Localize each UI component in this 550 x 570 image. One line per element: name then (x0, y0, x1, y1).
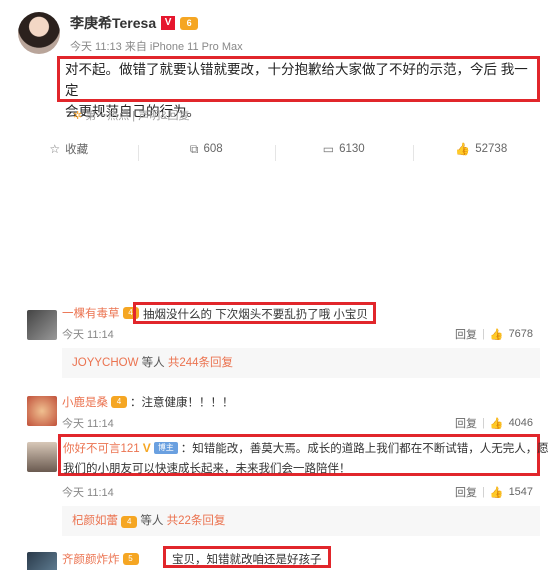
comment-time: 今天 11:14 (62, 418, 114, 430)
comment-button[interactable]: ▭ 6130 (275, 142, 413, 161)
comment-head: 小鹿是桑 4 ：注意健康！！！！ (62, 394, 234, 410)
verified-star-icon: V (142, 441, 151, 455)
thumbs-up-icon[interactable]: 👍 (490, 417, 504, 430)
reply-button[interactable]: 回复 (455, 415, 477, 431)
comment-head: 齐颜颜炸炸 5 (62, 551, 139, 567)
star-outline-icon: ☆ (49, 142, 61, 156)
commenter-avatar[interactable] (27, 310, 57, 340)
vip-tag: 博主 (153, 442, 178, 454)
sub-reply-count: 共244条回复 (167, 357, 234, 369)
divider: | (482, 328, 485, 340)
repost-count: 608 (203, 143, 223, 155)
commenter-name[interactable]: 小鹿是桑 (62, 394, 108, 410)
pinned-label: ✲ 第一热点 | 声明&回复 (73, 107, 190, 123)
sub-reply-mid: 等人 (140, 515, 164, 527)
level-badge-icon: 6 (180, 16, 199, 30)
pinned-text: 第一热点 | 声明&回复 (85, 110, 190, 122)
reply-button[interactable]: 回复 (455, 484, 477, 500)
like-count: 1547 (508, 486, 534, 498)
comment-actions: 回复 | 👍 1547 (455, 484, 533, 500)
thumbs-up-icon: 👍 (455, 142, 471, 156)
comment-body: 抽烟没什么的 下次烟头不要乱扔了哦 小宝贝 (143, 309, 368, 321)
sub-reply-count: 共22条回复 (166, 515, 226, 527)
author-name[interactable]: 李庚希Teresa (70, 13, 156, 33)
repost-button[interactable]: ⧉ 608 (137, 141, 276, 161)
sub-reply-user: JOYYCHOW (72, 357, 139, 369)
divider: | (482, 417, 485, 429)
comment-body: 我们的小朋友可以快速成长起来，未来我们会一路陪伴！ (63, 463, 351, 475)
comment-icon: ▭ (322, 142, 335, 156)
level-badge-icon: 4 (111, 396, 127, 408)
comment-body: ：知错能改，善莫大焉。成长的道路上我们都在不断试错，人无完人，愿 (180, 443, 549, 455)
action-bar: ☆ 收藏 ⧉ 608 ▭ 6130 👍 52738 (0, 137, 550, 161)
favorite-label: 收藏 (65, 144, 89, 156)
comment-head: 你好不可言121 V 博主 ：知错能改，善莫大焉。成长的道路上我们都在不断试错，… (63, 440, 549, 456)
star-icon: ✲ (73, 110, 83, 122)
comment-text: 抽烟没什么的 下次烟头不要乱扔了哦 小宝贝 (143, 306, 368, 322)
comment-time: 今天 11:14 (62, 487, 114, 499)
sub-replies-link[interactable]: JOYYCHOW 等人 共244条回复 (62, 348, 540, 378)
author-avatar[interactable] (18, 12, 60, 54)
comment-head: 一棵有毒草 4 (62, 305, 139, 321)
commenter-name[interactable]: 齐颜颜炸炸 (62, 551, 120, 567)
comment-body: ：注意健康！！！！ (130, 397, 234, 409)
comment-text-line2: 我们的小朋友可以快速成长起来，未来我们会一路陪伴！ (63, 460, 351, 476)
weibo-post: 李庚希Teresa V 6 今天 11:13 来自 iPhone 11 Pro … (0, 0, 550, 170)
commenter-avatar[interactable] (27, 442, 57, 472)
comment-body: 宝贝，知错就改咱还是好孩子 (172, 554, 322, 566)
reply-button[interactable]: 回复 (455, 326, 477, 342)
sub-reply-mid: 等人 (141, 357, 165, 369)
favorite-button[interactable]: ☆ 收藏 (0, 141, 138, 157)
commenter-avatar[interactable] (27, 552, 57, 570)
post-text-line: 对不起。做错了就要认错就要改，十分抱歉给大家做了不好的示范，今后 我一定 (65, 62, 528, 98)
sub-reply-user: 杞颜如蕾 (72, 515, 118, 527)
comment-count: 6130 (339, 143, 365, 155)
post-meta: 今天 11:13 来自 iPhone 11 Pro Max (70, 41, 243, 53)
like-button[interactable]: 👍 52738 (412, 142, 550, 161)
thumbs-up-icon[interactable]: 👍 (490, 328, 504, 341)
like-count: 4046 (508, 417, 534, 429)
commenter-name[interactable]: 你好不可言121 (63, 440, 140, 456)
comment-actions: 回复 | 👍 7678 (455, 326, 533, 342)
sub-replies-link[interactable]: 杞颜如蕾 4 等人 共22条回复 (62, 506, 540, 536)
thumbs-up-icon[interactable]: 👍 (490, 486, 504, 499)
comment-text: 宝贝，知错就改咱还是好孩子 (172, 551, 322, 567)
comment-actions: 回复 | 👍 4046 (455, 415, 533, 431)
repost-icon: ⧉ (189, 141, 199, 156)
level-badge-icon: 5 (122, 553, 139, 565)
divider: | (482, 486, 485, 498)
like-count: 7678 (508, 328, 534, 340)
comments-section: 一棵有毒草 4 抽烟没什么的 下次烟头不要乱扔了哦 小宝贝 今天 11:14 回… (0, 288, 550, 570)
verified-badge-icon: V (161, 16, 176, 30)
comment-time: 今天 11:14 (62, 329, 114, 341)
commenter-avatar[interactable] (27, 396, 57, 426)
author-row: 李庚希Teresa V 6 (70, 13, 199, 33)
like-count: 52738 (475, 143, 508, 155)
commenter-name[interactable]: 一棵有毒草 (62, 305, 120, 321)
level-badge-icon: 4 (121, 516, 138, 528)
